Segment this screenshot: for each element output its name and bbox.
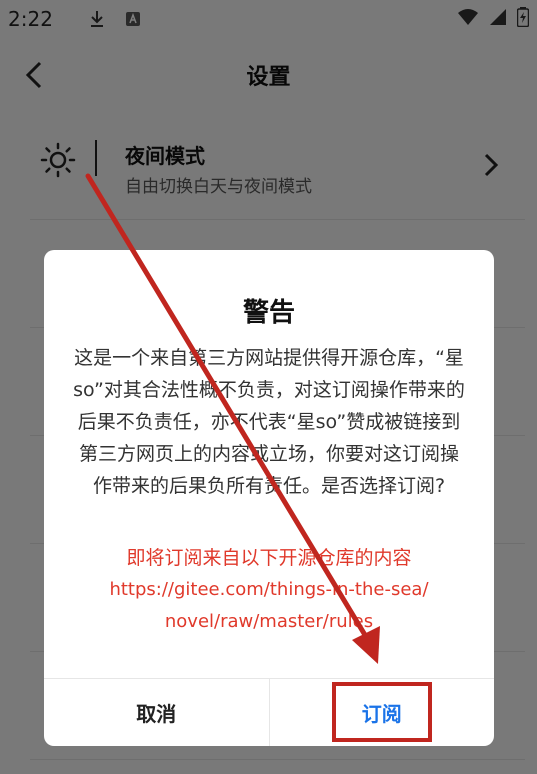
annotation-highlight-box [332,682,432,742]
dialog-note-text: 即将订阅来自以下开源仓库的内容 [126,547,412,569]
dialog-url-line1: https://gitee.com/things-in-the-sea/ [109,579,429,600]
warning-dialog: 警告 这是一个来自第三方网站提供得开源仓库，“星so”对其合法性概不负责，对这订… [44,250,494,746]
dialog-title: 警告 [242,298,295,328]
dialog-url-line2: novel/raw/master/rules [164,611,374,632]
dialog-message: 这是一个来自第三方网站提供得开源仓库，“星so”对其合法性概不负责，对这订阅操作… [73,347,465,497]
dialog-source-note: 即将订阅来自以下开源仓库的内容 https://gitee.com/things… [64,542,474,638]
cancel-button[interactable]: 取消 [44,679,270,746]
